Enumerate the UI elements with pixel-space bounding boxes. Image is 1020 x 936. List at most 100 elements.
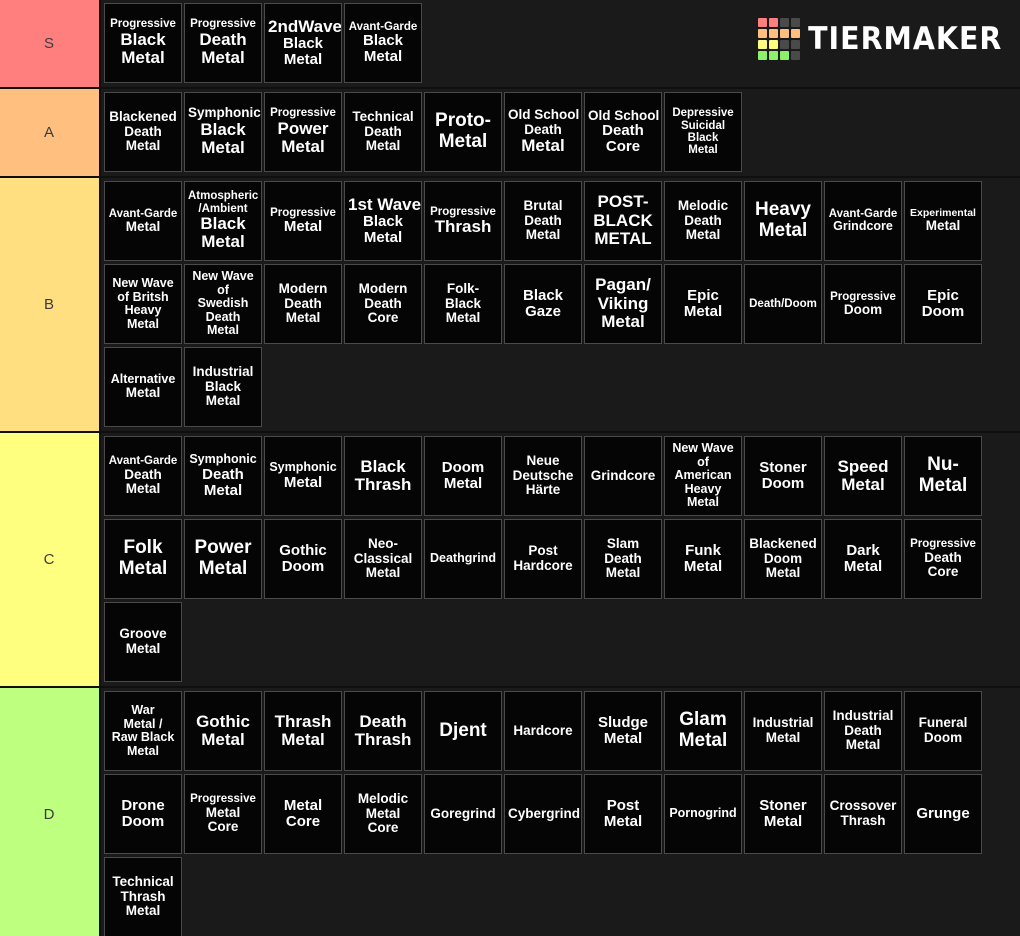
tier-item[interactable]: Modern Death Metal	[264, 264, 342, 344]
tier-item[interactable]: Industrial Death Metal	[824, 691, 902, 771]
tier-item[interactable]: Death Thrash	[344, 691, 422, 771]
tier-item[interactable]: Progressive Metal	[264, 181, 342, 261]
tier-item-line: Epic	[927, 286, 959, 304]
tier-item[interactable]: Experimental Metal	[904, 181, 982, 261]
tier-item[interactable]: Sludge Metal	[584, 691, 662, 771]
tier-item[interactable]: Funk Metal	[664, 519, 742, 599]
tier-item[interactable]: Gothic Metal	[184, 691, 262, 771]
tier-item[interactable]: Industrial Black Metal	[184, 347, 262, 427]
tier-item-line: Epic	[687, 286, 719, 304]
tier-item[interactable]: Modern Death Core	[344, 264, 422, 344]
tier-item[interactable]: Hardcore	[504, 691, 582, 771]
tier-item[interactable]: Symphonic Metal	[264, 436, 342, 516]
tier-item[interactable]: Goregrind	[424, 774, 502, 854]
tier-item[interactable]: Blackened Doom Metal	[744, 519, 822, 599]
tier-item[interactable]: Avant-Garde Metal	[104, 181, 182, 261]
tier-item-line: Technical	[112, 874, 174, 890]
tier-item[interactable]: Post Metal	[584, 774, 662, 854]
tier-item[interactable]: Technical Thrash Metal	[104, 857, 182, 936]
tier-item[interactable]: Neue Deutsche Härte	[504, 436, 582, 516]
tier-label-c[interactable]: C	[0, 433, 101, 686]
tier-item[interactable]: Depressive Suicidal Black Metal	[664, 92, 742, 172]
tier-item[interactable]: 1st Wave Black Metal	[344, 181, 422, 261]
tier-item[interactable]: Industrial Metal	[744, 691, 822, 771]
tier-item-line: Metal /	[123, 716, 163, 731]
tier-label-a[interactable]: A	[0, 89, 101, 176]
tier-item[interactable]: Old School Death Metal	[504, 92, 582, 172]
tier-item-line: Metal	[118, 558, 168, 579]
tier-item[interactable]: Speed Metal	[824, 436, 902, 516]
tier-label-s[interactable]: S	[0, 0, 101, 87]
tier-item[interactable]: Progressive Black Metal	[104, 3, 182, 83]
tier-item[interactable]: Progressive Doom	[824, 264, 902, 344]
tier-item[interactable]: Folk Metal	[104, 519, 182, 599]
tier-item-line: Old School	[588, 107, 660, 123]
tier-item[interactable]: Glam Metal	[664, 691, 742, 771]
tier-item[interactable]: Djent	[424, 691, 502, 771]
tier-item-line: Metal	[758, 220, 808, 241]
tier-item-line: Doom	[923, 730, 963, 745]
tier-item[interactable]: Proto- Metal	[424, 92, 502, 172]
tier-item[interactable]: Pornogrind	[664, 774, 742, 854]
tier-item[interactable]: Death/Doom	[744, 264, 822, 344]
tier-item[interactable]: Folk- Black Metal	[424, 264, 502, 344]
tier-item[interactable]: Epic Doom	[904, 264, 982, 344]
tier-item[interactable]: Technical Death Metal	[344, 92, 422, 172]
tier-item[interactable]: Progressive Thrash	[424, 181, 502, 261]
tier-item[interactable]: Stoner Doom	[744, 436, 822, 516]
tier-item[interactable]: Blackened Death Metal	[104, 92, 182, 172]
tier-item[interactable]: Metal Core	[264, 774, 342, 854]
tier-item[interactable]: Doom Metal	[424, 436, 502, 516]
tier-item[interactable]: Stoner Metal	[744, 774, 822, 854]
tier-item[interactable]: Progressive Death Core	[904, 519, 982, 599]
tier-item[interactable]: POST- BLACK METAL	[584, 181, 662, 261]
tier-item[interactable]: Progressive Metal Core	[184, 774, 262, 854]
tier-item[interactable]: Brutal Death Metal	[504, 181, 582, 261]
tier-item[interactable]: Melodic Metal Core	[344, 774, 422, 854]
tier-item[interactable]: Avant-Garde Grindcore	[824, 181, 902, 261]
tier-item[interactable]: Black Gaze	[504, 264, 582, 344]
tier-item[interactable]: Thrash Metal	[264, 691, 342, 771]
tier-item[interactable]: Grindcore	[584, 436, 662, 516]
tier-item[interactable]: Post Hardcore	[504, 519, 582, 599]
tier-item[interactable]: Symphonic Death Metal	[184, 436, 262, 516]
tier-item[interactable]: Gothic Doom	[264, 519, 342, 599]
tier-item[interactable]: Nu- Metal	[904, 436, 982, 516]
tier-item-line: Neo-	[368, 536, 398, 552]
tier-item[interactable]: Grunge	[904, 774, 982, 854]
tier-item[interactable]: Neo- Classical Metal	[344, 519, 422, 599]
tier-item[interactable]: Avant-Garde Black Metal	[344, 3, 422, 83]
tier-item[interactable]: Groove Metal	[104, 602, 182, 682]
tier-item[interactable]: Power Metal	[184, 519, 262, 599]
tier-item[interactable]: 2ndWave Black Metal	[264, 3, 342, 83]
tier-item[interactable]: Heavy Metal	[744, 181, 822, 261]
tier-item[interactable]: Dark Metal	[824, 519, 902, 599]
tier-item[interactable]: New Wave of Britsh Heavy Metal	[104, 264, 182, 344]
tier-item[interactable]: Melodic Death Metal	[664, 181, 742, 261]
tier-item[interactable]: Drone Doom	[104, 774, 182, 854]
tier-item[interactable]: Atmospheric/Ambient Black Metal	[184, 181, 262, 261]
tier-item[interactable]: Cybergrind	[504, 774, 582, 854]
tier-item[interactable]: Deathgrind	[424, 519, 502, 599]
tier-item[interactable]: New Wave of American Heavy Metal	[664, 436, 742, 516]
tier-label-b[interactable]: B	[0, 178, 101, 431]
tier-item-line: Thrash	[120, 888, 166, 904]
tier-item[interactable]: Slam Death Metal	[584, 519, 662, 599]
tier-item[interactable]: Alternative Metal	[104, 347, 182, 427]
tier-item[interactable]: Epic Metal	[664, 264, 742, 344]
tier-item[interactable]: Funeral Doom	[904, 691, 982, 771]
tier-item[interactable]: Progressive Power Metal	[264, 92, 342, 172]
tier-item[interactable]: Avant-Garde Death Metal	[104, 436, 182, 516]
tier-item[interactable]: Symphonic Black Metal	[184, 92, 262, 172]
tier-item[interactable]: Progressive Death Metal	[184, 3, 262, 83]
tier-item-line: Progressive	[110, 18, 176, 31]
tier-item[interactable]: Pagan/Viking Metal	[584, 264, 662, 344]
tier-item[interactable]: New Wave of Swedish Death Metal	[184, 264, 262, 344]
tier-label-d[interactable]: D	[0, 688, 101, 936]
tier-item[interactable]: Black Thrash	[344, 436, 422, 516]
tier-item-line: Metal	[678, 730, 728, 751]
tier-item[interactable]: Crossover Thrash	[824, 774, 902, 854]
tier-item[interactable]: Old School Death Core	[584, 92, 662, 172]
tier-item[interactable]: War Metal / Raw Black Metal	[104, 691, 182, 771]
tier-item-line: Melodic	[677, 198, 729, 214]
